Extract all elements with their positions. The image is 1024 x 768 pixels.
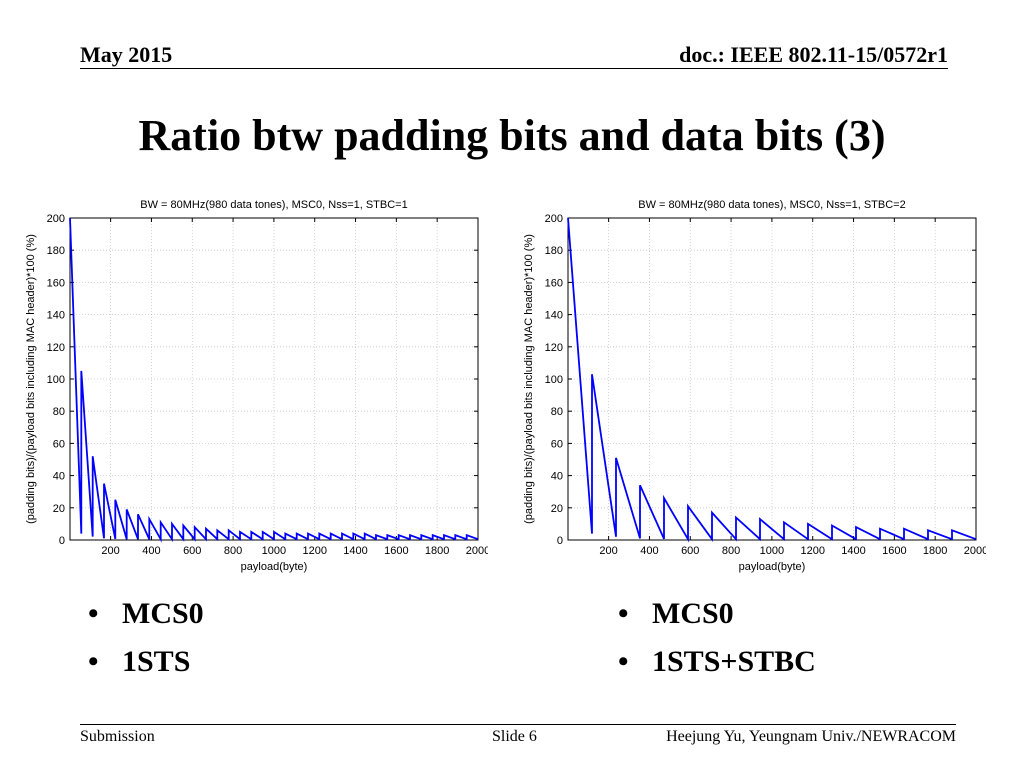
chart-title: BW = 80MHz(980 data tones), MSC0, Nss=1,… [638,199,905,211]
x-tick-label: 1400 [343,545,367,557]
y-tick-label: 80 [53,406,65,418]
x-tick-label: 1000 [262,545,286,557]
bullet-text: 1STS+STBC [652,645,816,678]
y-tick-label: 200 [47,213,65,225]
footer-submission: Submission [80,728,155,745]
y-tick-label: 60 [551,438,563,450]
y-tick-label: 100 [545,374,563,386]
chart-title: BW = 80MHz(980 data tones), MSC0, Nss=1,… [140,199,407,211]
y-tick-label: 180 [545,245,563,257]
y-tick-label: 20 [53,503,65,515]
x-tick-label: 800 [224,545,242,557]
x-tick-label: 1600 [882,545,906,557]
x-tick-label: 1600 [384,545,408,557]
bullet-list-right: • MCS0 • 1STS+STBC [618,590,816,686]
y-tick-label: 200 [545,213,563,225]
footer-slide-number: Slide 6 [492,728,537,745]
bullet-list-left: • MCS0 • 1STS [88,590,204,686]
x-axis-label: payload(byte) [241,561,308,573]
y-tick-label: 120 [545,342,563,354]
footer-author: Heejung Yu, Yeungnam Univ./NEWRACOM [666,728,956,745]
y-tick-label: 40 [551,471,563,483]
y-tick-label: 180 [47,245,65,257]
x-tick-label: 1200 [302,545,326,557]
x-tick-label: 1000 [760,545,784,557]
y-tick-label: 40 [53,471,65,483]
y-tick-label: 140 [47,310,65,322]
y-tick-label: 120 [47,342,65,354]
x-tick-label: 200 [101,545,119,557]
header-date: May 2015 [80,42,173,67]
y-tick-label: 0 [59,535,65,547]
bullet-text: MCS0 [122,597,204,630]
y-tick-label: 100 [47,374,65,386]
slide-title: Ratio btw padding bits and data bits (3) [138,111,886,160]
y-tick-label: 20 [551,503,563,515]
y-tick-label: 140 [545,310,563,322]
bullet-item: • 1STS+STBC [618,645,816,678]
y-tick-label: 80 [551,406,563,418]
header-divider [80,68,948,69]
chart-right: BW = 80MHz(980 data tones), MSC0, Nss=1,… [523,199,986,573]
x-tick-label: 200 [599,545,617,557]
header-doc-id: doc.: IEEE 802.11-15/0572r1 [679,42,948,67]
x-tick-label: 600 [183,545,201,557]
x-tick-label: 1800 [923,545,947,557]
y-axis-label: (padding bits)/(payload bits including M… [523,234,535,524]
x-tick-label: 1200 [800,545,824,557]
bullet-item: • 1STS [88,645,191,678]
y-tick-label: 160 [545,277,563,289]
footer-divider [80,724,956,725]
y-tick-label: 60 [53,438,65,450]
bullet-item: • MCS0 [618,597,734,630]
x-tick-label: 400 [142,545,160,557]
y-tick-label: 160 [47,277,65,289]
y-tick-label: 0 [557,535,563,547]
x-tick-label: 800 [722,545,740,557]
bullet-text: 1STS [122,645,191,678]
x-axis-label: payload(byte) [739,561,806,573]
chart-left: BW = 80MHz(980 data tones), MSC0, Nss=1,… [25,199,488,573]
x-tick-label: 1400 [841,545,865,557]
x-tick-label: 2000 [466,545,488,557]
x-tick-label: 600 [681,545,699,557]
y-axis-label: (padding bits)/(payload bits including M… [25,234,37,524]
bullet-item: • MCS0 [88,597,204,630]
x-tick-label: 400 [640,545,658,557]
x-tick-label: 2000 [964,545,986,557]
bullet-text: MCS0 [652,597,734,630]
x-tick-label: 1800 [425,545,449,557]
